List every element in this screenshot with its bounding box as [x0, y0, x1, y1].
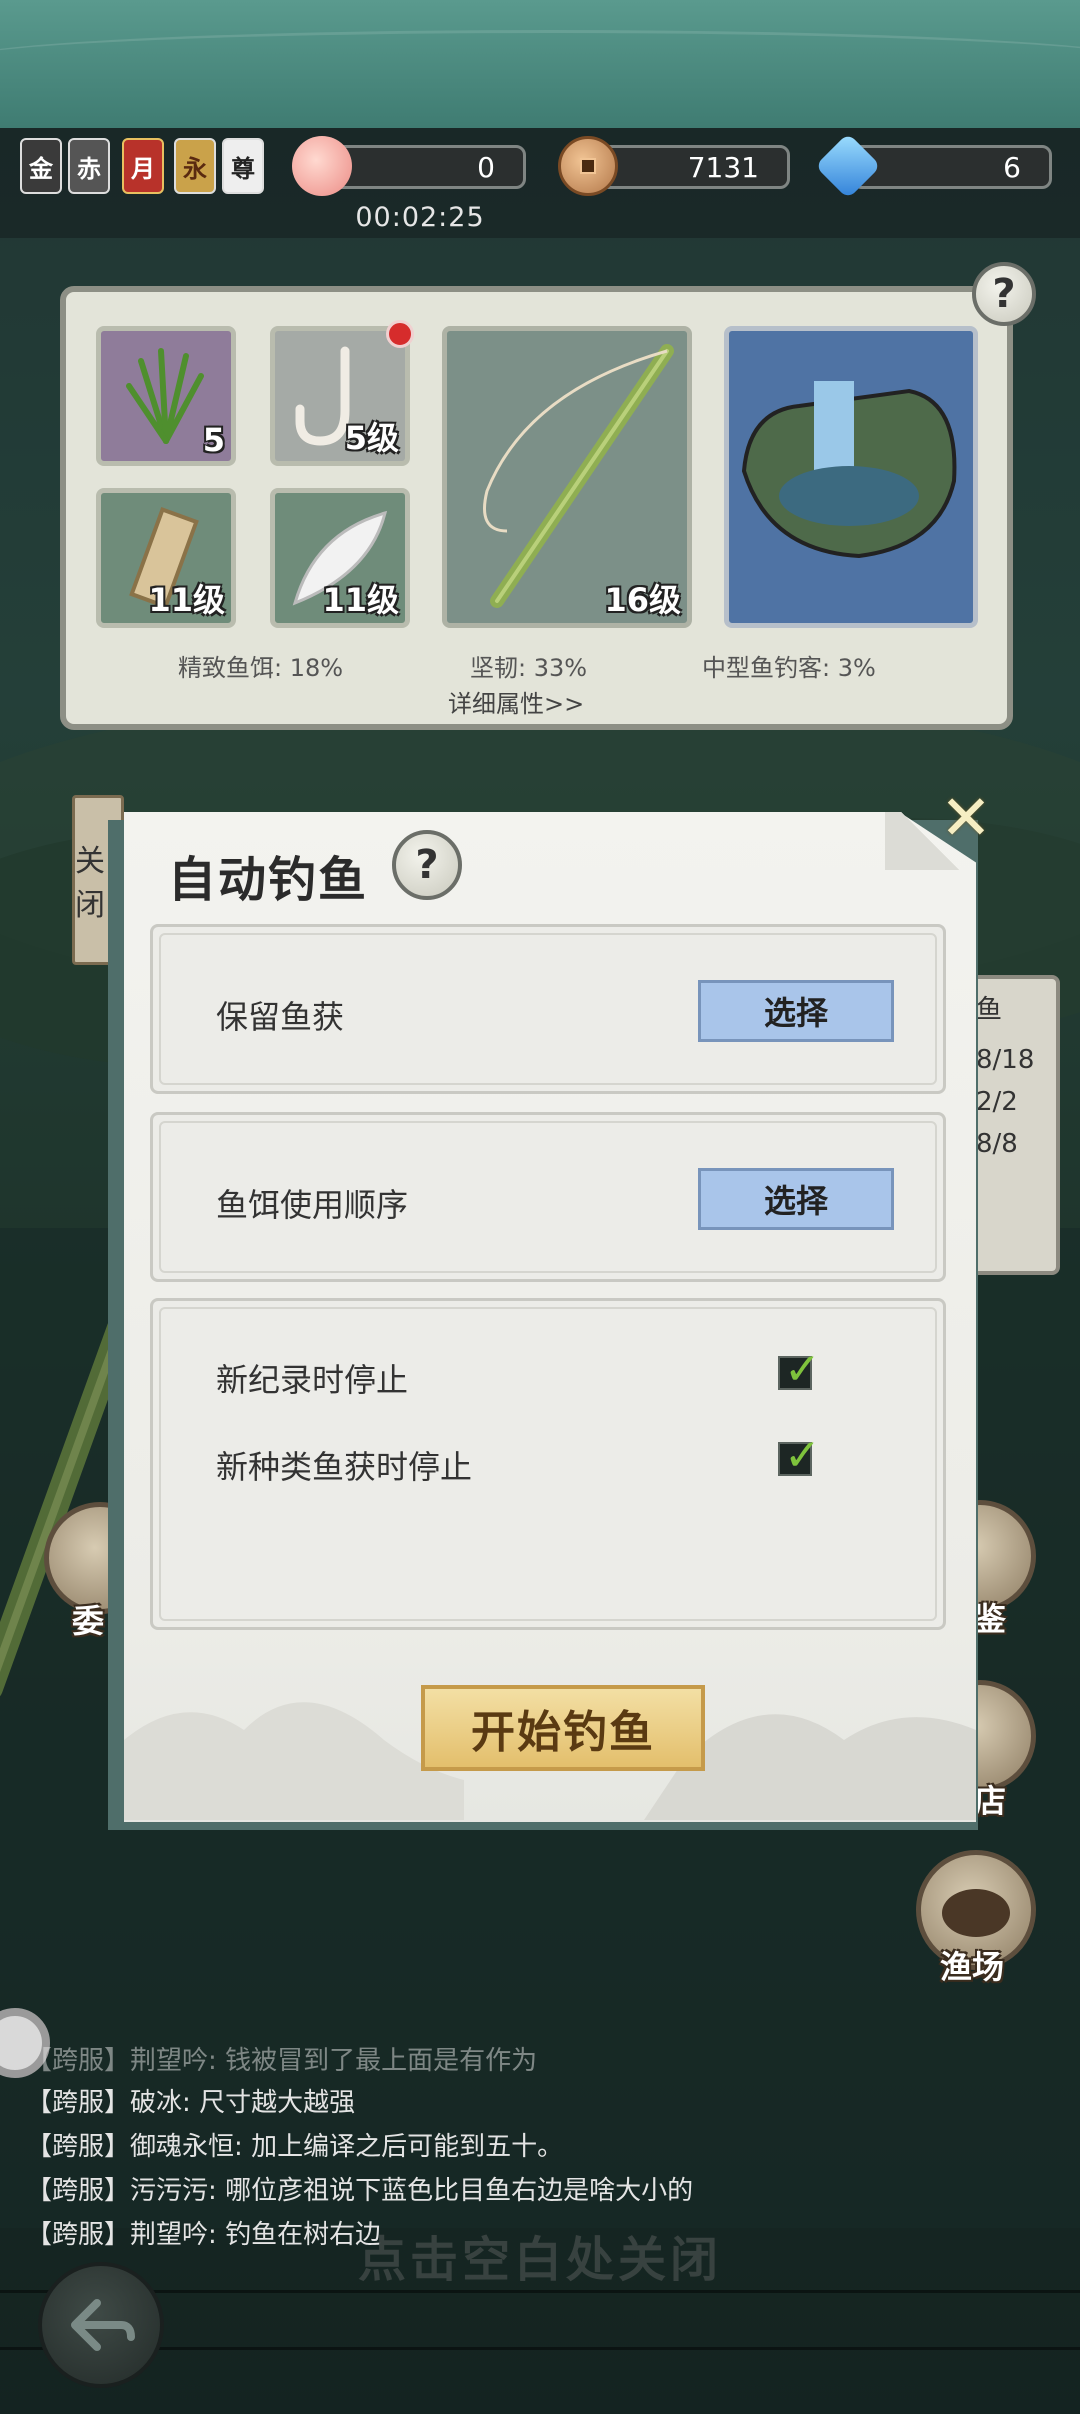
timer: 00:02:25 — [355, 202, 485, 233]
rod-stat: 坚韧: 33% — [470, 654, 588, 682]
equipment-help-button[interactable]: ? — [972, 262, 1036, 326]
feather-slot[interactable]: 11级 — [270, 488, 410, 628]
hook-slot[interactable]: 5级 — [270, 326, 410, 466]
shop-label: 店 — [974, 1782, 1007, 1820]
keep-catch-select-button[interactable]: 选择 — [698, 980, 894, 1042]
rod-level: 16级 — [604, 581, 681, 619]
close-dialog-icon[interactable]: ✕ — [938, 787, 994, 849]
start-fishing-button[interactable]: 开始钓鱼 — [421, 1685, 705, 1771]
checkmark-icon: ✓ — [784, 1344, 821, 1395]
chat-line: 【跨服】污污污: 哪位彦祖说下蓝色比目鱼右边是啥大小的 — [26, 2176, 694, 2206]
float-level: 11级 — [148, 581, 225, 619]
bait-stat: 精致鱼饵: 18% — [178, 654, 344, 682]
peach-icon — [292, 136, 352, 196]
feather-level: 11级 — [322, 581, 399, 619]
dialog-title: 自动钓鱼 — [168, 852, 369, 908]
chat-line: 【跨服】破冰: 尺寸越大越强 — [26, 2088, 356, 2118]
stop-new-record-label: 新纪录时停止 — [216, 1361, 409, 1399]
bait-order-select-button[interactable]: 选择 — [698, 1168, 894, 1230]
keep-catch-label: 保留鱼获 — [216, 998, 345, 1036]
tally-title: 鱼 — [976, 995, 1003, 1025]
copper-coin-icon — [558, 136, 618, 196]
chat-line: 【跨服】御魂永恒: 加上编译之后可能到五十。 — [26, 2132, 564, 2162]
gem-counter: 6 — [852, 145, 1052, 189]
handbook-label: 鉴 — [974, 1600, 1007, 1638]
bait-order-label: 鱼饵使用顺序 — [216, 1186, 409, 1224]
badge-gold[interactable]: 金 — [20, 138, 62, 194]
dialog-help-button[interactable]: ? — [392, 830, 462, 900]
upgrade-red-dot — [386, 320, 414, 348]
sky-background — [0, 0, 1080, 128]
stop-new-species-label: 新种类鱼获时停止 — [216, 1448, 473, 1486]
tap-blank-to-close-hint: 点击空白处关闭 — [357, 2232, 722, 2288]
tally-row-2: 2/2 — [976, 1087, 1018, 1117]
details-link[interactable]: 详细属性>> — [448, 684, 584, 719]
fishing-ground-label: 渔场 — [940, 1948, 1005, 1986]
waterfall-island-icon — [741, 381, 957, 559]
spot-stat: 中型鱼钓客: 3% — [702, 654, 876, 682]
chat-line: 【跨服】荆望吟: 钱被冒到了最上面是有作为 — [26, 2046, 538, 2076]
stop-new-record-checkbox[interactable]: ✓ — [778, 1344, 821, 1395]
back-button[interactable] — [38, 2262, 164, 2388]
commission-label: 委 — [72, 1602, 105, 1640]
checkmark-icon: ✓ — [784, 1430, 821, 1481]
fishing-spot-slot[interactable] — [724, 326, 978, 628]
back-arrow-icon — [71, 2299, 135, 2351]
question-mark-icon: ? — [415, 842, 439, 888]
bait-level: 5 — [202, 421, 225, 459]
stop-new-species-checkbox[interactable]: ✓ — [778, 1430, 821, 1481]
tally-row-1: 8/18 — [976, 1045, 1035, 1075]
bait-slot[interactable]: 5 — [96, 326, 236, 466]
hook-level: 5级 — [344, 419, 399, 457]
float-slot[interactable]: 11级 — [96, 488, 236, 628]
badge-moon[interactable]: 月 — [122, 138, 164, 194]
tally-row-3: 8/8 — [976, 1129, 1018, 1159]
badge-red[interactable]: 赤 — [68, 138, 110, 194]
badge-eternal[interactable]: 永 — [174, 138, 216, 194]
badge-honor[interactable]: 尊 — [222, 138, 264, 194]
rod-slot[interactable]: 16级 — [442, 326, 692, 628]
